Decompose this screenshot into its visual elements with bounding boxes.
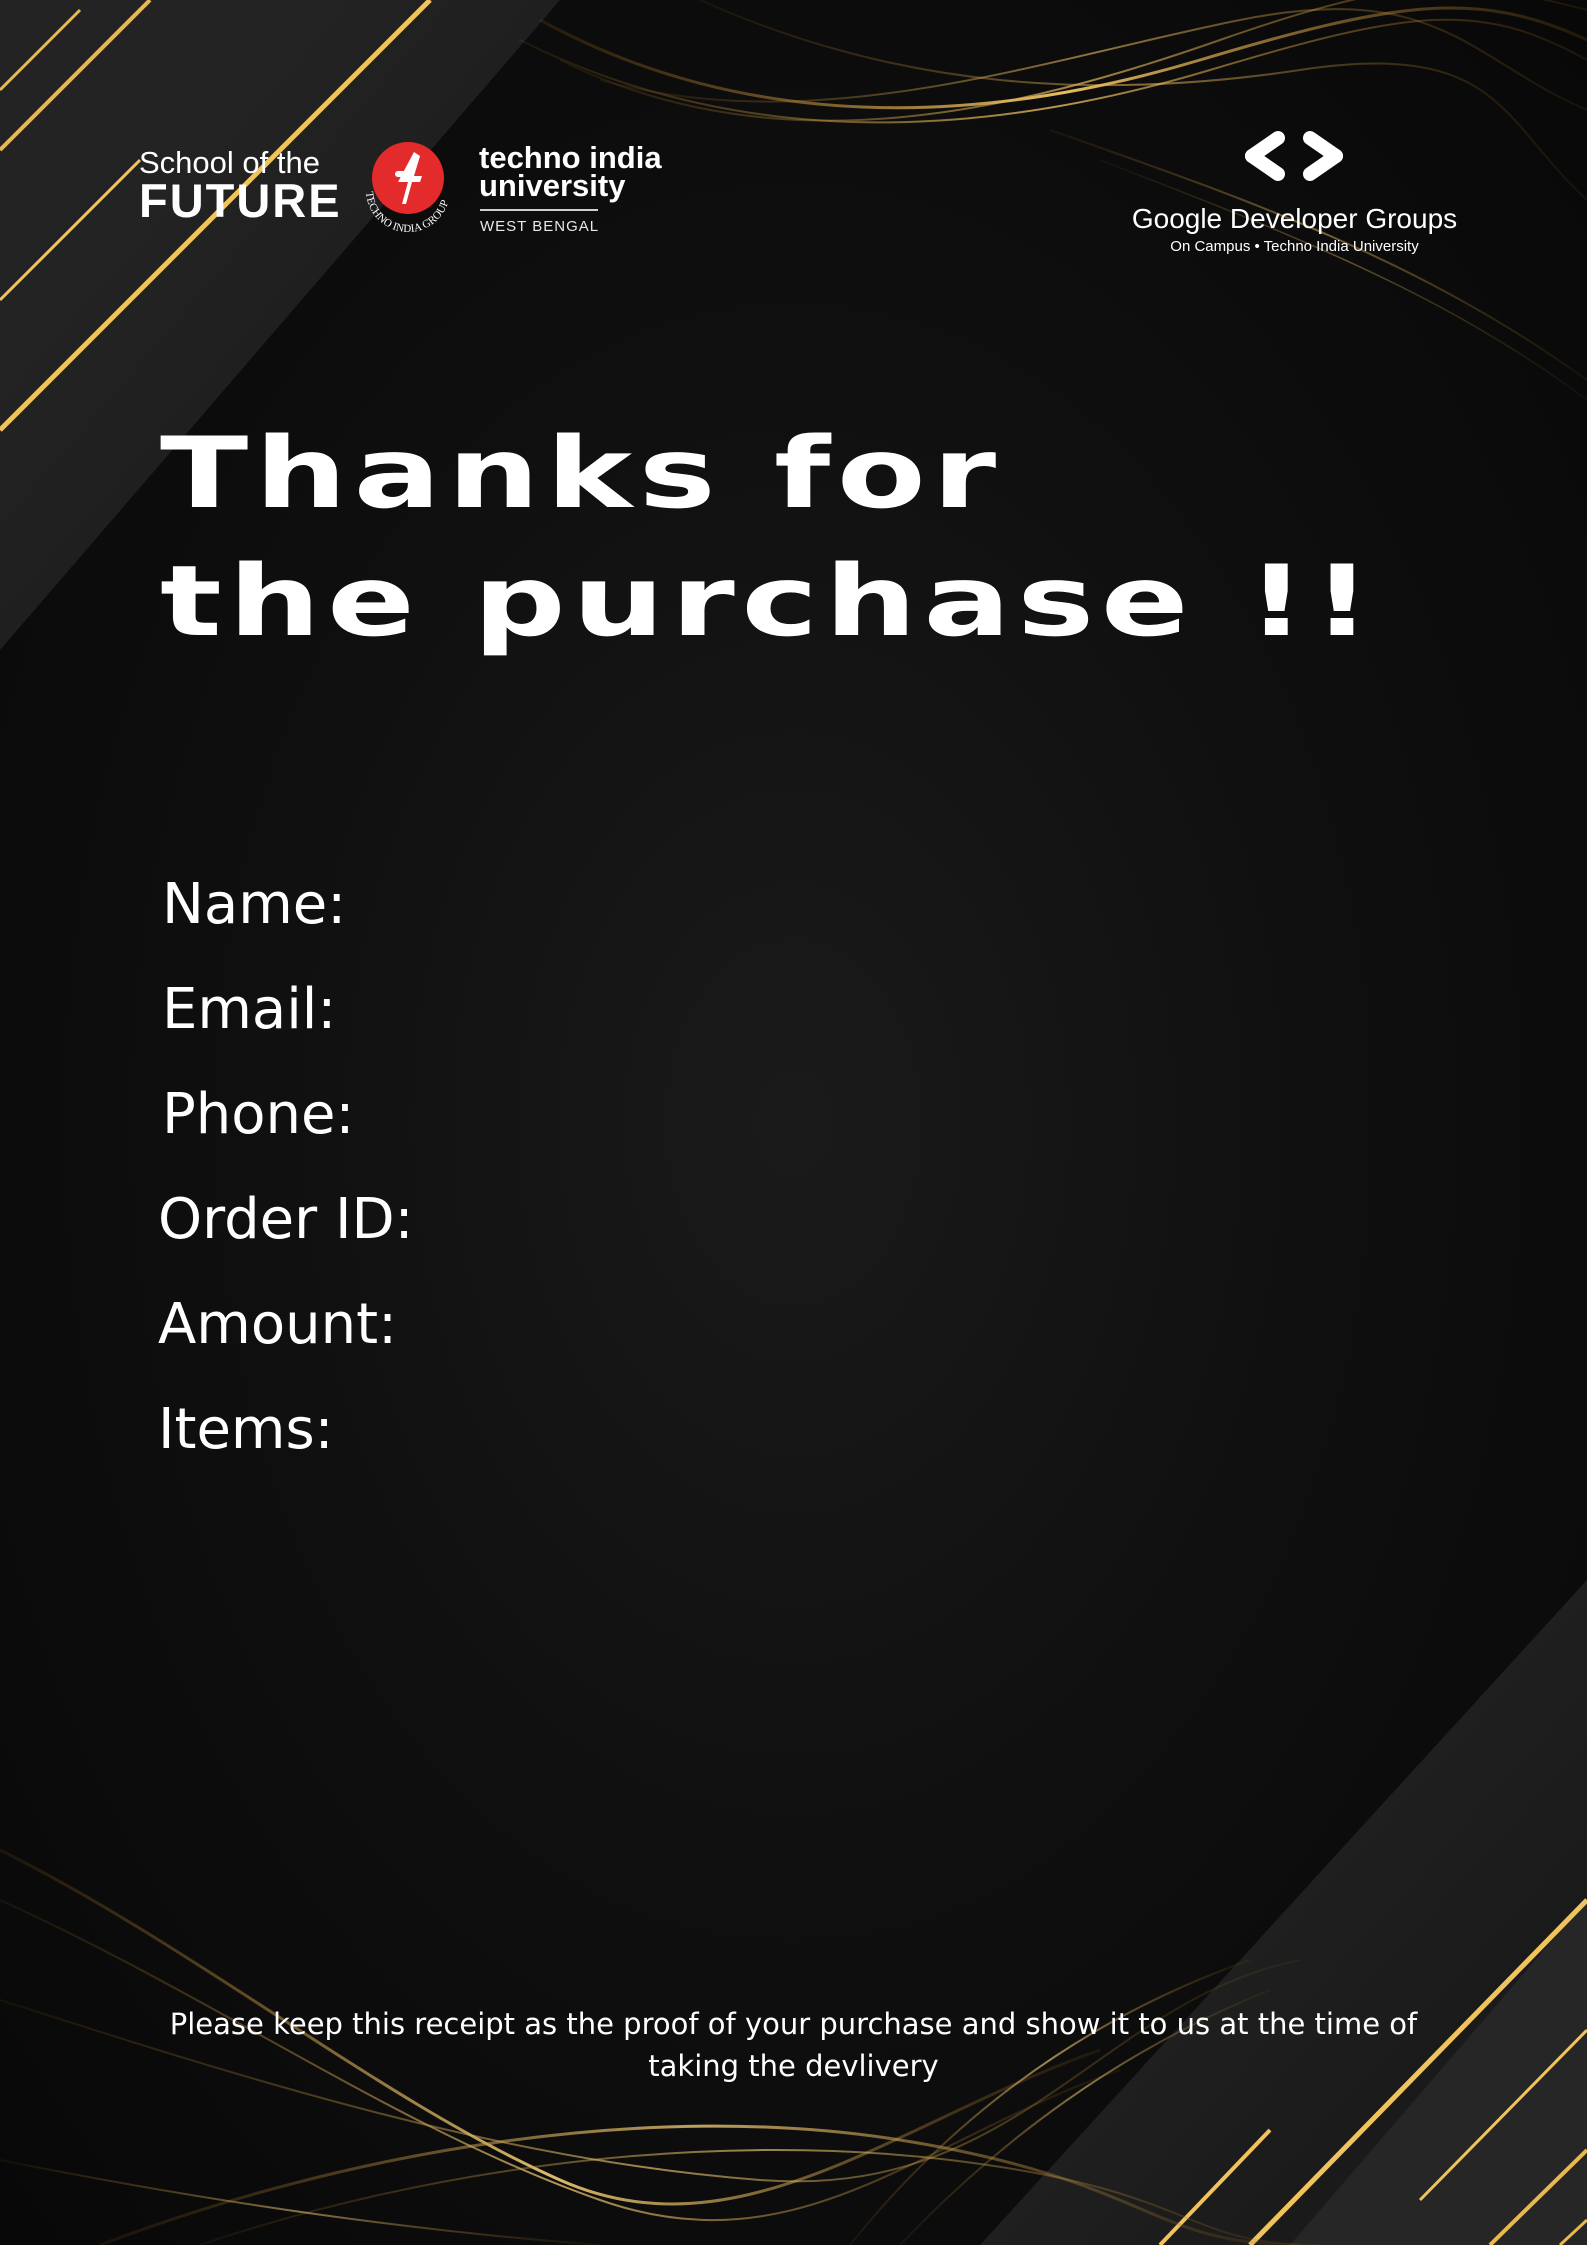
- university-region: WEST BENGAL: [480, 218, 600, 235]
- thank-you-heading: Thanks for the purchase !!: [160, 410, 1371, 666]
- heading-line-2: the purchase !!: [160, 545, 1379, 659]
- gdg-subtitle: On Campus • Techno India University: [1170, 238, 1419, 255]
- field-phone-label: Phone:: [162, 1082, 355, 1147]
- gdg-brackets-icon: [1245, 131, 1343, 181]
- gdg-name: Google Developer Groups: [1131, 203, 1458, 234]
- techno-india-university-logo: techno india university WEST BENGAL: [479, 142, 699, 238]
- heading-line-1: Thanks for: [160, 417, 1003, 531]
- field-items-label: Items:: [158, 1397, 334, 1462]
- field-phone: Phone:: [162, 1080, 354, 1150]
- university-logo-divider: [480, 209, 598, 211]
- university-name-line2: university: [479, 168, 626, 203]
- field-amount: Amount:: [158, 1290, 397, 1360]
- field-name-label: Name:: [162, 872, 347, 937]
- receipt-page: School of the FUTURE TECHNO INDIA GROUP …: [0, 0, 1587, 2245]
- school-logo-line2: FUTURE: [139, 174, 342, 227]
- field-items: Items:: [158, 1395, 334, 1465]
- field-order-id-label: Order ID:: [158, 1187, 414, 1252]
- field-amount-label: Amount:: [158, 1292, 397, 1357]
- field-order-id: Order ID:: [158, 1185, 413, 1255]
- field-email-label: Email:: [162, 977, 337, 1042]
- field-name: Name:: [162, 870, 346, 940]
- bottom-right-bands: [980, 1580, 1587, 2245]
- receipt-footer-note: Please keep this receipt as the proof of…: [169, 2007, 1418, 2083]
- field-email: Email:: [162, 975, 336, 1045]
- school-of-the-future-logo: School of the FUTURE: [139, 146, 349, 226]
- gdg-logo: Google Developer Groups On Campus • Tech…: [1122, 128, 1467, 258]
- techno-india-group-emblem-icon: TECHNO INDIA GROUP: [363, 142, 451, 235]
